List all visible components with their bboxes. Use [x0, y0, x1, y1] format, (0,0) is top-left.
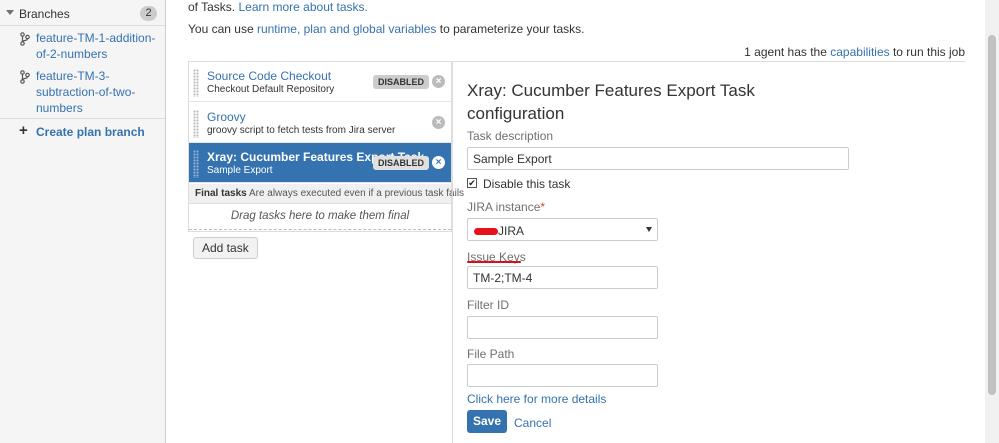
variables-link[interactable]: runtime, plan and global variables	[257, 22, 436, 36]
task-configuration-panel: Xray: Cucumber Features Export Task conf…	[452, 62, 965, 443]
annotation-underline	[467, 261, 521, 263]
jira-instance-select[interactable]: JIRA	[467, 218, 658, 241]
file-path-label: File Path	[467, 347, 515, 361]
task-name: Groovy	[207, 110, 246, 124]
remove-task-icon[interactable]: ×	[432, 116, 445, 129]
remove-task-icon[interactable]: ×	[432, 75, 445, 88]
branches-header[interactable]: Branches 2	[0, 0, 165, 26]
task-description: groovy script to fetch tests from Jira s…	[207, 125, 396, 136]
intro-line-1: of Tasks. Learn more about tasks.	[188, 0, 368, 14]
branch-item-tm-1[interactable]: feature-TM-1-addition- of-2-numbers	[0, 30, 165, 64]
sidebar: Branches 2 feature-TM-1-addition- of-2-n…	[0, 0, 166, 443]
branch-label[interactable]: feature-TM-3- subtraction-of-two- number…	[36, 68, 158, 116]
redaction-mark	[474, 228, 498, 235]
filter-id-label: Filter ID	[467, 298, 509, 312]
disabled-badge: DISABLED	[372, 156, 429, 170]
task-description: Checkout Default Repository	[207, 84, 335, 95]
branch-icon	[20, 32, 30, 46]
branches-title: Branches	[19, 7, 70, 21]
disabled-badge: DISABLED	[372, 75, 429, 89]
final-tasks-header: Final tasks Are always executed even if …	[189, 184, 464, 204]
task-description-input[interactable]: Sample Export	[467, 147, 849, 170]
task-list: Source Code Checkout Checkout Default Re…	[188, 62, 464, 232]
chevron-down-icon	[646, 227, 652, 232]
disable-task-label: Disable this task	[483, 177, 571, 191]
jira-instance-label: JIRA instance*	[467, 200, 546, 214]
plus-icon: +	[19, 122, 28, 139]
task-description: Sample Export	[207, 165, 273, 176]
add-task-button[interactable]: Add task	[193, 237, 258, 259]
drag-handle-icon[interactable]	[193, 110, 199, 138]
create-plan-branch-label: Create plan branch	[36, 125, 145, 139]
filter-id-input[interactable]	[467, 316, 658, 339]
task-description-label: Task description	[467, 129, 554, 143]
task-item-source-code-checkout[interactable]: Source Code Checkout Checkout Default Re…	[189, 62, 451, 102]
disable-task-checkbox[interactable]: ✔	[467, 178, 477, 188]
task-item-groovy[interactable]: Groovy groovy script to fetch tests from…	[189, 103, 451, 143]
more-details-link[interactable]: Click here for more details	[467, 392, 606, 406]
drag-handle-icon[interactable]	[193, 150, 199, 178]
branch-label[interactable]: feature-TM-1-addition- of-2-numbers	[36, 30, 158, 62]
final-tasks-drop-zone[interactable]: Drag tasks here to make them final	[189, 204, 451, 230]
vertical-scrollbar[interactable]	[985, 0, 999, 443]
agents-capability-text: 1 agent has the capabilities to run this…	[744, 45, 965, 59]
branches-count-badge: 2	[140, 6, 157, 21]
branch-item-tm-3[interactable]: feature-TM-3- subtraction-of-two- number…	[0, 68, 165, 116]
cancel-link[interactable]: Cancel	[514, 416, 551, 430]
remove-task-icon[interactable]: ×	[432, 156, 445, 169]
save-button[interactable]: Save	[467, 410, 507, 433]
caret-down-icon[interactable]	[6, 10, 14, 15]
branch-icon	[20, 70, 30, 84]
issue-keys-input[interactable]: TM-2;TM-4	[467, 266, 658, 289]
capabilities-link[interactable]: capabilities	[830, 45, 889, 59]
create-plan-branch-button[interactable]: + Create plan branch	[0, 118, 165, 146]
drag-handle-icon[interactable]	[193, 69, 199, 97]
intro-line-2: You can use runtime, plan and global var…	[188, 22, 585, 36]
task-name: Source Code Checkout	[207, 69, 332, 83]
learn-more-link[interactable]: Learn more about tasks.	[238, 0, 367, 14]
task-item-xray-export[interactable]: Xray: Cucumber Features Export Task Samp…	[189, 143, 451, 183]
file-path-input[interactable]	[467, 364, 658, 387]
config-title: Xray: Cucumber Features Export Task conf…	[467, 81, 755, 123]
scrollbar-thumb[interactable]	[988, 35, 996, 395]
